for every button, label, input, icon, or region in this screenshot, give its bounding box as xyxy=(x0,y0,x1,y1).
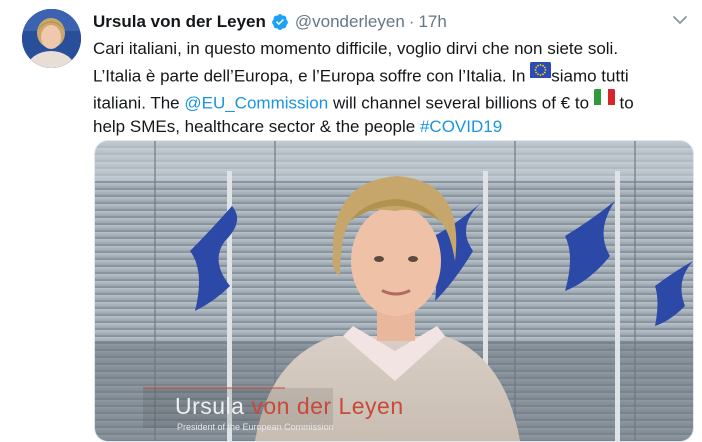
text-segment: siamo tutti xyxy=(551,66,629,85)
text-segment: L’Italia è parte dell’Europa, e l’Europa… xyxy=(93,66,531,85)
text-segment: will channel several billions of € to xyxy=(328,93,594,112)
hashtag-link[interactable]: #COVID19 xyxy=(420,117,502,136)
avatar-image xyxy=(22,9,81,68)
tweet-media-video[interactable]: Ursula von der Leyen President of the Eu… xyxy=(94,140,694,442)
tweet-card[interactable]: Ursula von der Leyen @vonderleyen · 17h … xyxy=(0,0,702,442)
video-subcaption: President of the European Commission xyxy=(177,422,334,432)
caption-last-name: von der Leyen xyxy=(244,393,404,419)
separator-dot: · xyxy=(408,12,415,31)
text-segment: Cari italiani, in questo momento diffici… xyxy=(93,39,619,58)
author-handle[interactable]: @vonderleyen xyxy=(295,12,405,32)
tweet-text-line: help SMEs, healthcare sector & the peopl… xyxy=(93,115,693,139)
chevron-down-icon[interactable] xyxy=(670,10,690,30)
tweet-text-line: L’Italia è parte dell’Europa, e l’Europa… xyxy=(93,61,693,88)
caption-first-name: Ursula xyxy=(175,393,245,419)
text-segment: to xyxy=(614,93,634,112)
verified-badge-icon xyxy=(272,14,288,30)
author-name[interactable]: Ursula von der Leyen xyxy=(93,12,266,32)
tweet-header: Ursula von der Leyen @vonderleyen · 17h xyxy=(93,11,447,33)
video-caption: Ursula von der Leyen xyxy=(175,393,404,420)
tweet-timestamp[interactable]: 17h xyxy=(418,12,446,32)
tweet-text-line: italiani. The @EU_Commission will channe… xyxy=(93,88,693,115)
avatar[interactable] xyxy=(22,9,81,68)
mention-link[interactable]: @EU_Commission xyxy=(184,93,328,112)
tweet-text: Cari italiani, in questo momento diffici… xyxy=(93,37,693,138)
tweet-text-line: Cari italiani, in questo momento diffici… xyxy=(93,37,693,61)
italy-flag-emoji xyxy=(593,88,615,112)
text-segment: italiani. The xyxy=(93,93,185,112)
eu-flag-emoji xyxy=(530,61,552,85)
text-segment: help SMEs, healthcare sector & the peopl… xyxy=(93,116,420,136)
